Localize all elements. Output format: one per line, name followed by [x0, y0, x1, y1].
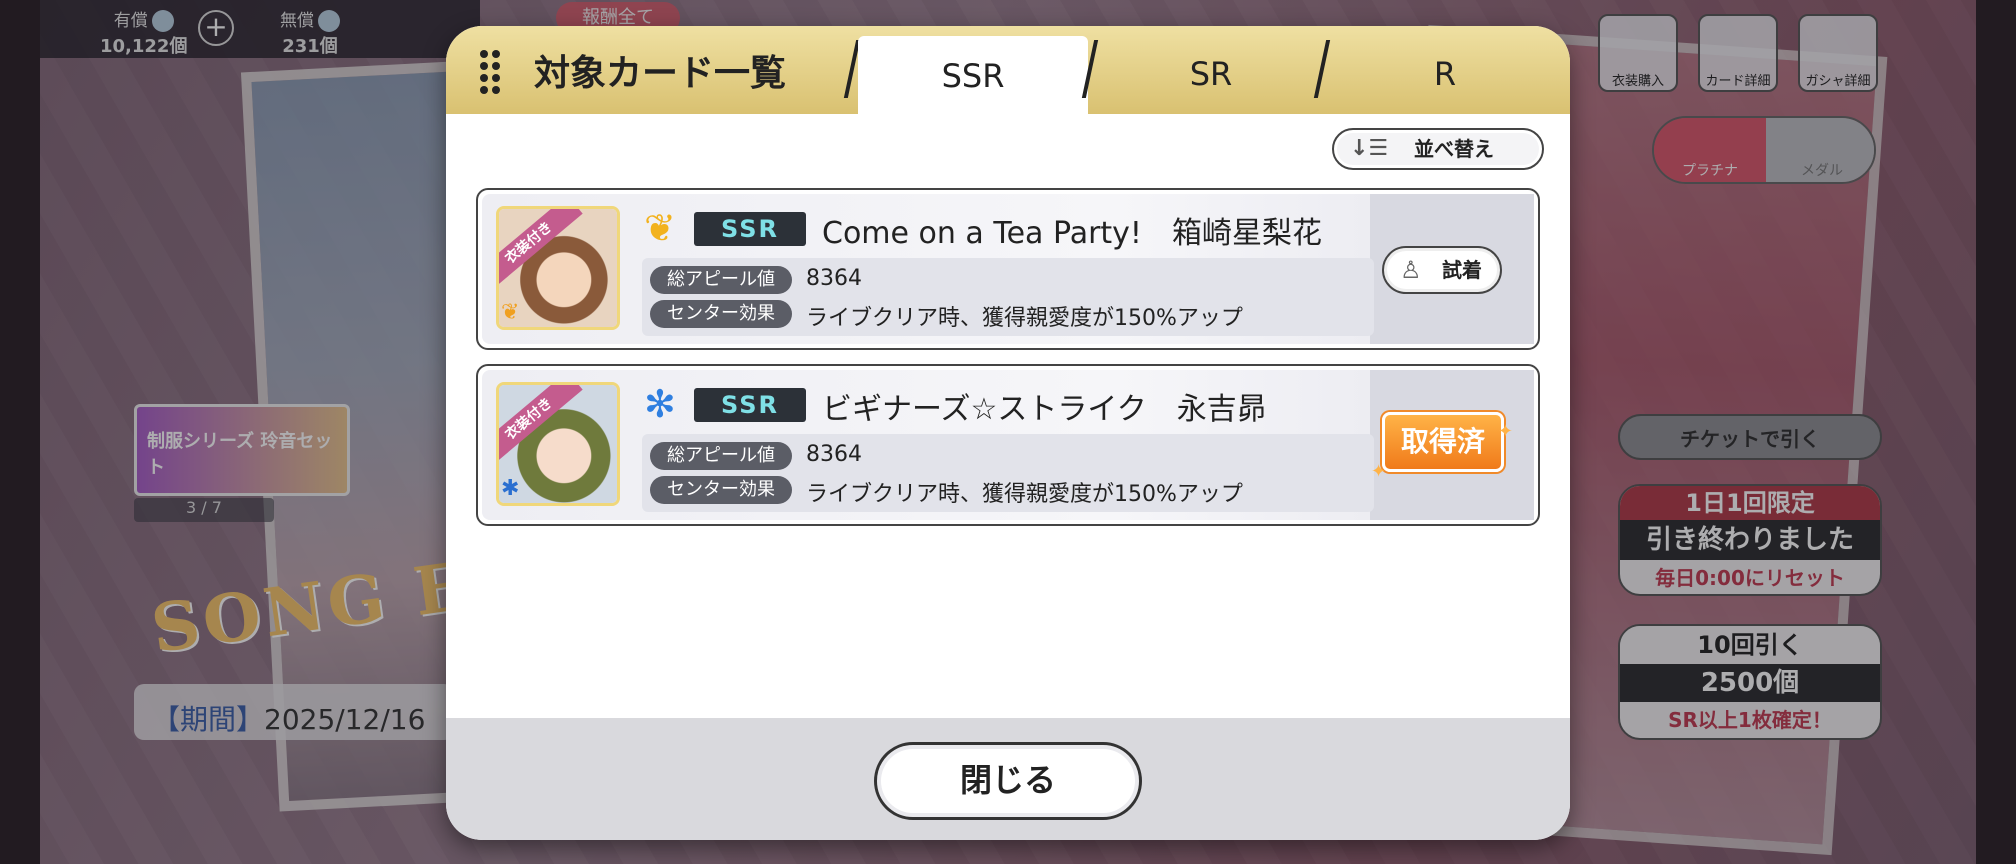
card-row: 衣装付き ✱ ✻ SSR ビギナーズ☆ストライク 永吉昴 総アピール値 8364…	[476, 364, 1540, 526]
sparkle-icon: ✦	[1497, 421, 1513, 442]
sparkle-icon: ✦	[1371, 461, 1387, 482]
snowflake-icon: ✻	[644, 382, 676, 426]
center-effect-label: センター効果	[650, 476, 792, 504]
snowflake-icon: ✱	[501, 476, 520, 501]
sort-icon: ↓☰	[1350, 136, 1389, 161]
tab-ssr[interactable]: SSR	[858, 36, 1088, 116]
card-thumbnail[interactable]: 衣装付き ❦	[496, 206, 620, 330]
angel-wing-icon: ❦	[501, 300, 520, 325]
modal-header: 対象カード一覧 SSR SR R	[446, 26, 1570, 116]
rarity-badge: SSR	[694, 212, 806, 246]
try-on-button[interactable]: ♙ 試着	[1382, 246, 1502, 294]
appeal-value: 8364	[806, 442, 862, 467]
target-card-list-modal: 対象カード一覧 SSR SR R ↓☰ 並べ替え 衣装付き ❦ ❦ SSR Co…	[446, 26, 1570, 840]
center-effect-value: ライブクリア時、獲得親愛度が150%アップ	[806, 306, 1243, 331]
card-name: ビギナーズ☆ストライク 永吉昴	[822, 392, 1267, 427]
drag-handle-icon	[480, 50, 502, 94]
dress-icon: ♙	[1400, 256, 1422, 284]
center-effect-value: ライブクリア時、獲得親愛度が150%アップ	[806, 482, 1243, 507]
tab-r[interactable]: R	[1330, 34, 1560, 114]
close-button[interactable]: 閉じる	[874, 742, 1142, 820]
appeal-label: 総アピール値	[650, 266, 792, 294]
owned-stamp: 取得済 ✦ ✦	[1371, 412, 1513, 482]
appeal-value: 8364	[806, 266, 862, 291]
card-thumbnail[interactable]: 衣装付き ✱	[496, 382, 620, 506]
center-effect-label: センター効果	[650, 300, 792, 328]
rarity-badge: SSR	[694, 388, 806, 422]
modal-title: 対象カード一覧	[534, 53, 787, 94]
appeal-label: 総アピール値	[650, 442, 792, 470]
card-row: 衣装付き ❦ ❦ SSR Come on a Tea Party! 箱崎星梨花 …	[476, 188, 1540, 350]
sort-button[interactable]: ↓☰ 並べ替え	[1332, 128, 1544, 170]
card-stats: 総アピール値 8364 センター効果 ライブクリア時、獲得親愛度が150%アップ	[642, 258, 1374, 336]
modal-footer: 閉じる	[446, 718, 1570, 840]
angel-wing-icon: ❦	[644, 206, 676, 250]
card-name: Come on a Tea Party! 箱崎星梨花	[822, 216, 1322, 251]
tab-sr[interactable]: SR	[1096, 34, 1326, 114]
card-stats: 総アピール値 8364 センター効果 ライブクリア時、獲得親愛度が150%アップ	[642, 434, 1374, 512]
